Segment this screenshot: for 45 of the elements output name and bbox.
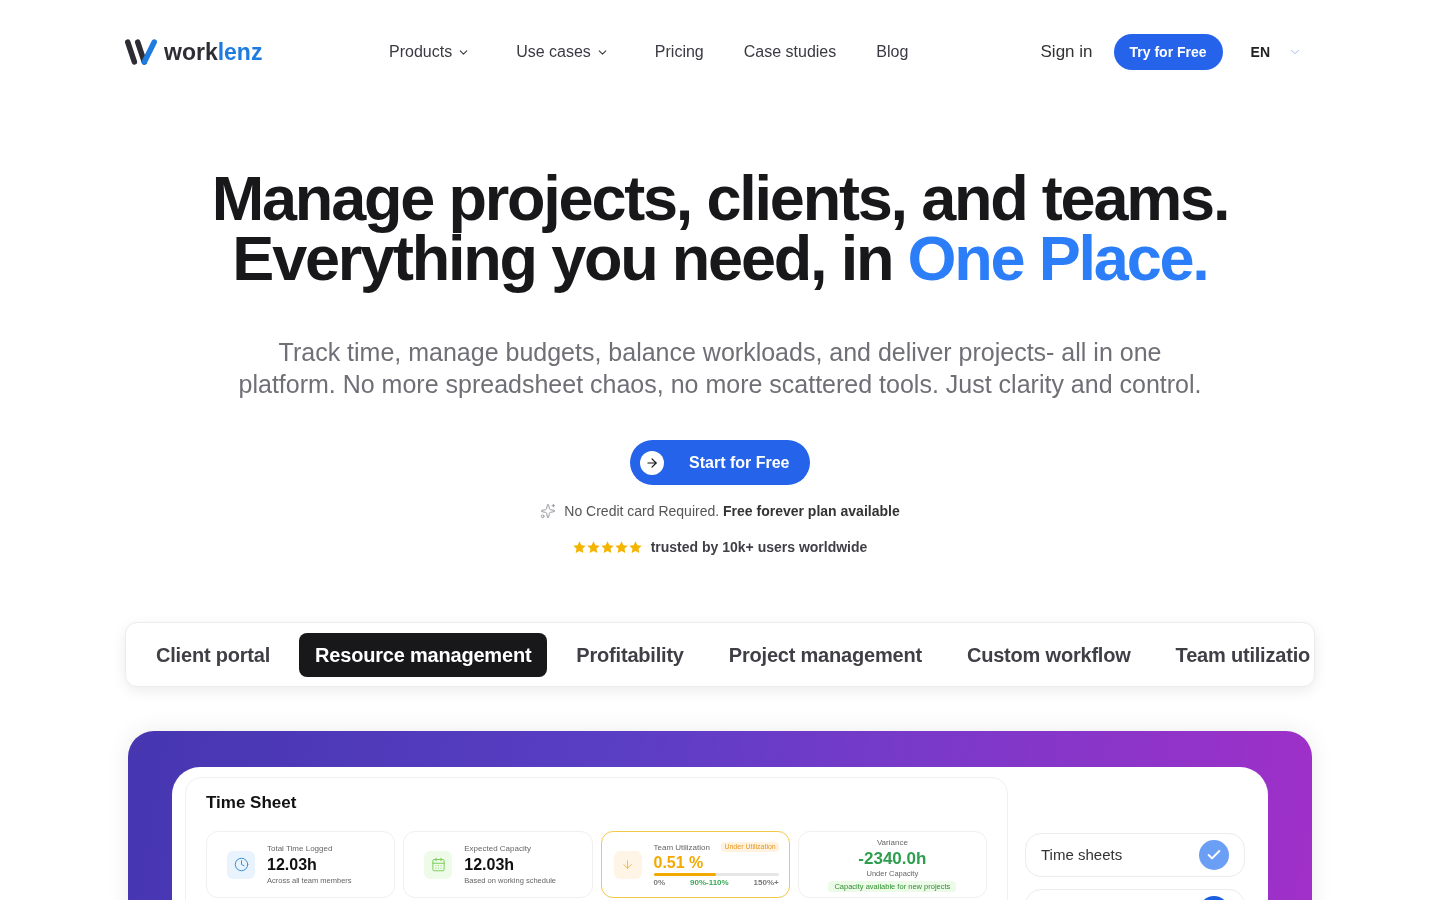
star-icon: [586, 540, 600, 554]
feature-tab[interactable]: Custom workflow: [950, 632, 1147, 677]
start-for-free-button[interactable]: Start for Free: [630, 440, 810, 485]
hero-subtitle: Track time, manage budgets, balance workloads, and deliver projects- all in one platform. No more spreadsheet chaos, no more scattered tools. Just clarity and control.: [237, 337, 1203, 400]
nav-link[interactable]: Use cases: [516, 40, 609, 64]
language-selector[interactable]: EN: [1250, 41, 1302, 63]
scale-label: 90%-110%: [690, 877, 729, 888]
no-credit-card-note: No Credit card Required. Free forever plan available: [564, 501, 900, 521]
clock-icon: [227, 850, 255, 879]
calendar-icon: [424, 850, 453, 879]
arrow-right-icon: [640, 450, 664, 475]
feature-item[interactable]: Time sheets: [1025, 833, 1245, 877]
stat-value: 0.51 %: [653, 852, 705, 873]
logo-wordmark[interactable]: worklenz: [164, 40, 263, 64]
star-icon: [572, 540, 586, 554]
scale-label: 150%+: [753, 877, 779, 888]
trusted-by-text: trusted by 10k+ users worldwide: [650, 537, 868, 557]
stat-title: Total Time Logged: [267, 843, 334, 854]
star-icon: [600, 540, 614, 554]
star-icon: [628, 540, 642, 554]
stat-value: -2340.0h: [858, 848, 927, 869]
sparkle-icon: [540, 503, 557, 519]
timesheet-title: Time Sheet: [206, 792, 298, 814]
stat-title: Variance: [876, 837, 908, 848]
stat-title: Team Utilization: [653, 841, 710, 853]
feature-tab[interactable]: Project management: [712, 632, 938, 677]
feature-tab[interactable]: Team utilizatio: [1159, 632, 1314, 677]
try-for-free-button[interactable]: Try for Free: [1113, 34, 1223, 70]
stat-title: Expected Capacity: [464, 843, 532, 854]
feature-tab[interactable]: Profitability: [560, 632, 700, 677]
feature-tab[interactable]: Resource management: [299, 632, 548, 677]
arrow-down-icon: [613, 850, 642, 879]
feature-label: Time sheets: [1041, 844, 1123, 865]
sign-in-link[interactable]: Sign in: [1040, 39, 1093, 65]
stat-value: 12.03h: [464, 855, 516, 875]
hero-heading: Manage projects, clients, and teams. Everything you need, in One Place.: [211, 162, 1229, 295]
star-icon: [614, 540, 628, 554]
nav-link[interactable]: Pricing: [654, 40, 704, 64]
logo-icon: [125, 39, 157, 65]
feature-tab[interactable]: Client portal: [140, 632, 287, 677]
scale-label: 0%: [653, 877, 666, 888]
nav-link[interactable]: Blog: [876, 40, 909, 64]
stat-value: 12.03h: [267, 855, 318, 875]
nav-link[interactable]: Products: [389, 40, 471, 64]
nav-link[interactable]: Case studies: [743, 40, 837, 64]
